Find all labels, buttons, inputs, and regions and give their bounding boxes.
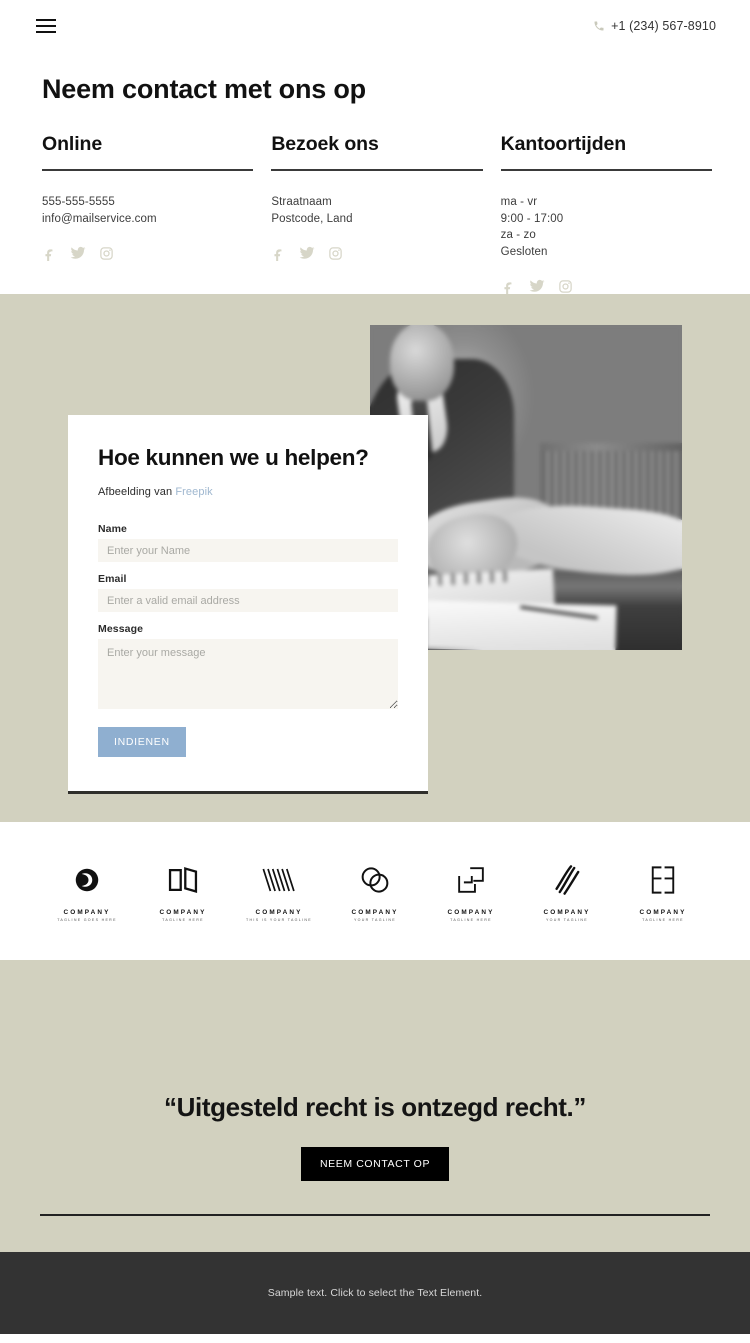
email-input[interactable]: [98, 589, 398, 612]
quote-divider: [40, 1214, 710, 1216]
contact-line: Postcode, Land: [271, 212, 353, 225]
logo-item[interactable]: COMPANY YOUR TAGLINE: [528, 860, 606, 922]
logo-name: COMPANY: [351, 909, 399, 916]
hamburger-menu-icon[interactable]: [36, 15, 56, 37]
logo-item[interactable]: COMPANY TAGLINE GOES HERE: [48, 860, 126, 922]
column-title: Kantoortijden: [500, 133, 627, 155]
logo-text: COMPANY TAGLINE HERE: [640, 909, 687, 922]
form-title: Hoe kunnen we u helpen?: [98, 445, 369, 470]
logo-tagline: TAGLINE HERE: [450, 918, 492, 922]
contact-column-hours: Kantoortijden ma - vr 9:00 - 17:00 za - …: [500, 133, 712, 294]
partner-logos-strip: COMPANY TAGLINE GOES HERE COMPANY TAGLIN…: [0, 822, 750, 960]
contact-form-card: Hoe kunnen we u helpen? Afbeelding van F…: [68, 415, 428, 794]
footer-text[interactable]: Sample text. Click to select the Text El…: [268, 1287, 483, 1299]
contact-column-online: Online 555-555-5555 info@mailservice.com: [42, 133, 254, 294]
logo-text: COMPANY THIS IS YOUR TAGLINE: [246, 909, 312, 922]
logo-item[interactable]: COMPANY YOUR TAGLINE: [336, 860, 414, 922]
contact-line: info@mailservice.com: [42, 212, 157, 225]
logo-tagline: THIS IS YOUR TAGLINE: [246, 918, 312, 922]
page-title: Neem contact met ons op: [42, 74, 366, 104]
logo-tagline: YOUR TAGLINE: [353, 918, 396, 922]
social-links: [501, 278, 712, 294]
logo-text: COMPANY YOUR TAGLINE: [544, 909, 591, 922]
contact-cta-button[interactable]: NEEM CONTACT OP: [300, 1147, 450, 1181]
submit-button[interactable]: INDIENEN: [98, 727, 186, 757]
instagram-icon[interactable]: [558, 279, 573, 294]
message-textarea[interactable]: [98, 639, 398, 709]
twitter-icon[interactable]: [529, 278, 545, 294]
name-input[interactable]: [98, 539, 398, 562]
contact-line: 9:00 - 17:00: [500, 212, 564, 225]
hamburger-line: [36, 31, 56, 33]
image-credit-prefix: Afbeelding van: [98, 486, 176, 498]
instagram-icon[interactable]: [99, 246, 114, 261]
contact-columns: Online 555-555-5555 info@mailservice.com…: [0, 105, 750, 294]
phone-number: +1 (234) 567-8910: [611, 19, 716, 33]
column-divider: [42, 169, 254, 171]
contact-line: ma - vr: [500, 196, 538, 208]
hero-section: Hoe kunnen we u helpen? Afbeelding van F…: [0, 294, 750, 822]
logo-text: COMPANY YOUR TAGLINE: [352, 909, 399, 922]
contact-column-visit: Bezoek ons Straatnaam Postcode, Land: [271, 133, 483, 294]
logo-item[interactable]: COMPANY TAGLINE HERE: [432, 860, 510, 922]
logo-text: COMPANY TAGLINE HERE: [160, 909, 207, 922]
open-book-mark-icon: [167, 860, 199, 900]
striped-v-mark-icon: [261, 860, 297, 900]
twitter-icon[interactable]: [299, 245, 315, 261]
twitter-icon[interactable]: [70, 245, 86, 261]
phone-icon: [593, 20, 605, 32]
circle-swirl-mark-icon: [72, 860, 102, 900]
logo-item[interactable]: COMPANY TAGLINE HERE: [144, 860, 222, 922]
social-links: [42, 245, 253, 261]
top-bar: +1 (234) 567-8910: [0, 0, 750, 52]
logo-item[interactable]: COMPANY TAGLINE HERE: [624, 860, 702, 922]
contact-line: Straatnaam: [271, 196, 332, 208]
column-divider: [500, 169, 712, 171]
contact-line: 555-555-5555: [42, 196, 115, 208]
overlapping-circles-mark-icon: [358, 860, 392, 900]
phone-link[interactable]: +1 (234) 567-8910: [593, 19, 716, 33]
footer: Sample text. Click to select the Text El…: [0, 1252, 750, 1334]
logo-name: COMPANY: [639, 909, 687, 916]
logo-tagline: TAGLINE HERE: [162, 918, 204, 922]
logo-name: COMPANY: [159, 909, 207, 916]
contact-line: za - zo: [500, 229, 536, 241]
name-field-label: Name: [98, 523, 127, 535]
hamburger-line: [36, 19, 56, 21]
logo-name: COMPANY: [543, 909, 591, 916]
facebook-icon[interactable]: [271, 246, 286, 261]
logo-tagline: YOUR TAGLINE: [545, 918, 588, 922]
column-title: Bezoek ons: [271, 133, 379, 155]
logo-tagline: TAGLINE HERE: [642, 918, 684, 922]
logo-tagline: TAGLINE GOES HERE: [57, 918, 117, 922]
logo-text: COMPANY TAGLINE GOES HERE: [57, 909, 117, 922]
message-field-label: Message: [98, 623, 144, 635]
logo-name: COMPANY: [63, 909, 111, 916]
freepik-link[interactable]: Freepik: [175, 486, 212, 498]
logo-text: COMPANY TAGLINE HERE: [448, 909, 495, 922]
instagram-icon[interactable]: [328, 246, 343, 261]
facebook-icon[interactable]: [501, 279, 516, 294]
image-credit: Afbeelding van Freepik: [98, 486, 398, 498]
hamburger-line: [36, 25, 56, 27]
column-title: Online: [42, 133, 103, 155]
diagonal-stripes-mark-icon: [553, 860, 581, 900]
logo-item[interactable]: COMPANY THIS IS YOUR TAGLINE: [240, 860, 318, 922]
squares-arrow-mark-icon: [456, 860, 486, 900]
logo-name: COMPANY: [447, 909, 495, 916]
social-links: [271, 245, 482, 261]
facebook-icon[interactable]: [42, 246, 57, 261]
email-field-label: Email: [98, 573, 127, 585]
mirrored-b-mark-icon: [648, 860, 678, 900]
quote-section: “Uitgesteld recht is ontzegd recht.” NEE…: [0, 960, 750, 1252]
column-divider: [271, 169, 483, 171]
contact-line: Gesloten: [500, 245, 548, 258]
logo-name: COMPANY: [255, 909, 303, 916]
quote-text: “Uitgesteld recht is ontzegd recht.”: [164, 1092, 586, 1122]
